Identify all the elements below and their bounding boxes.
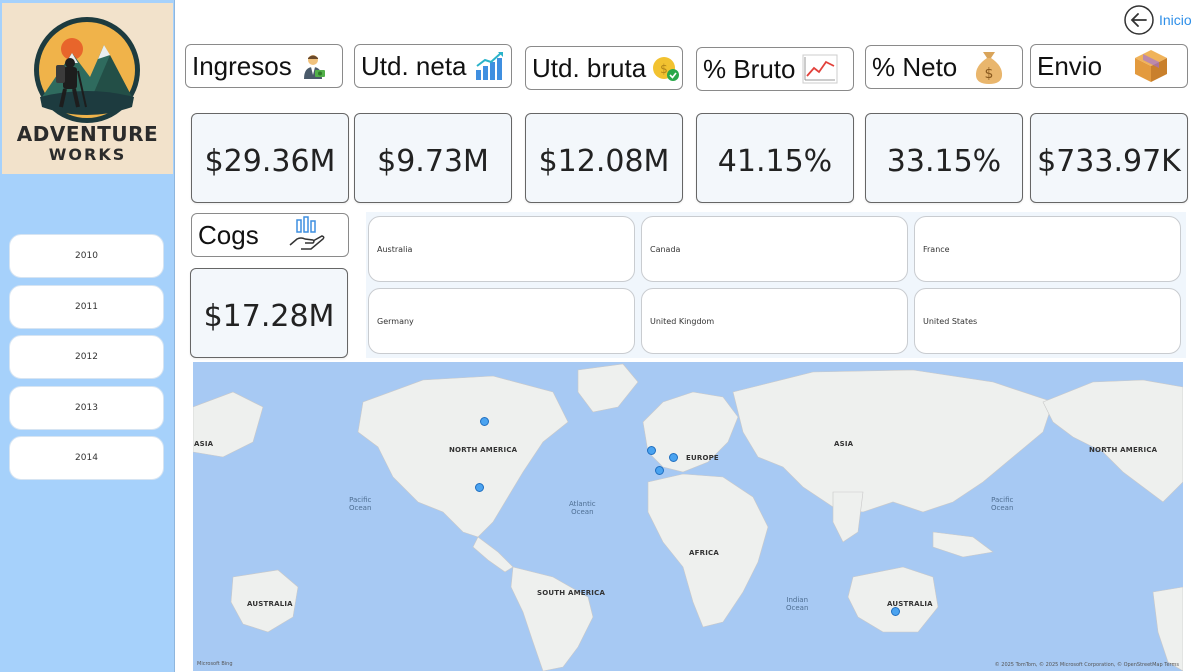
map-provider-logo: Microsoft Bing: [197, 661, 233, 667]
ocean-label-pacific-west: Pacific Ocean: [349, 496, 372, 512]
map-label-north-america-east: NORTH AMERICA: [1089, 446, 1158, 454]
kpi-label: % Bruto: [703, 53, 796, 84]
year-button-2013[interactable]: 2013: [9, 386, 164, 430]
kpi-card-pct-neto: 33.15%: [865, 113, 1023, 203]
kpi-card-utd-neta: $9.73M: [354, 113, 512, 203]
mountain-hiker-icon: [34, 17, 140, 123]
kpi-label: Envio: [1037, 50, 1103, 81]
map-label-europe: EUROPE: [686, 454, 719, 462]
kpi-value: $12.08M: [538, 143, 670, 179]
svg-text:$: $: [985, 66, 994, 82]
year-button-2011[interactable]: 2011: [9, 285, 164, 329]
kpi-value: 33.15%: [886, 143, 1002, 179]
ocean-label-atlantic: Atlantic Ocean: [569, 500, 596, 516]
kpi-card-ingresos: $29.36M: [191, 113, 349, 203]
kpi-label: Cogs: [198, 219, 259, 250]
country-button-united-kingdom[interactable]: United Kingdom: [641, 288, 908, 354]
year-button-2012[interactable]: 2012: [9, 335, 164, 379]
country-button-united-states[interactable]: United States: [914, 288, 1181, 354]
bar-growth-icon: [473, 50, 505, 82]
kpi-header-utd-neta: Utd. neta: [354, 44, 512, 88]
year-button-2014[interactable]: 2014: [9, 436, 164, 480]
kpi-header-pct-bruto: % Bruto: [696, 47, 854, 91]
arrow-left-circle-icon: [1124, 5, 1154, 35]
kpi-header-utd-bruta: Utd. bruta $: [525, 46, 683, 90]
map-point-france[interactable]: [655, 466, 664, 475]
world-map[interactable]: ASIA NORTH AMERICA EUROPE ASIA NORTH AME…: [193, 362, 1183, 671]
back-label: Inicio: [1159, 12, 1192, 28]
map-point-canada[interactable]: [480, 417, 489, 426]
map-point-united-kingdom[interactable]: [647, 446, 656, 455]
kpi-header-pct-neto: % Neto $: [865, 45, 1023, 89]
ocean-label-pacific-east: Pacific Ocean: [991, 496, 1014, 512]
map-point-united-states[interactable]: [475, 483, 484, 492]
map-label-asia: ASIA: [834, 440, 854, 448]
adventure-works-logo: ADVENTURE WORKS: [2, 3, 173, 174]
country-button-canada[interactable]: Canada: [641, 216, 908, 282]
sidebar: ADVENTURE WORKS 2010 2011 2012 2013 2014: [0, 0, 175, 672]
kpi-card-utd-bruta: $12.08M: [525, 113, 683, 203]
map-label-north-america: NORTH AMERICA: [449, 446, 518, 454]
country-button-australia[interactable]: Australia: [368, 216, 635, 282]
country-button-france[interactable]: France: [914, 216, 1181, 282]
kpi-header-envio: Envio: [1030, 44, 1188, 88]
map-point-australia[interactable]: [891, 607, 900, 616]
kpi-value: $733.97K: [1037, 143, 1181, 179]
year-button-2010[interactable]: 2010: [9, 234, 164, 278]
map-point-germany[interactable]: [669, 453, 678, 462]
kpi-value: $17.28M: [203, 298, 335, 334]
kpi-card-cogs: $17.28M: [190, 268, 348, 358]
package-box-icon: [1132, 47, 1170, 85]
kpi-value: 41.15%: [717, 143, 833, 179]
kpi-card-pct-bruto: 41.15%: [696, 113, 854, 203]
back-button[interactable]: Inicio: [1123, 4, 1192, 36]
kpi-header-cogs: Cogs: [191, 213, 349, 257]
businessman-money-icon: [298, 51, 328, 81]
line-chart-icon: [802, 54, 838, 84]
kpi-label: % Neto: [872, 51, 958, 82]
kpi-card-envio: $733.97K: [1030, 113, 1188, 203]
kpi-header-ingresos: Ingresos: [185, 44, 343, 88]
map-land: [193, 363, 1183, 671]
map-label-asia-west: ASIA: [194, 440, 214, 448]
kpi-value: $29.36M: [204, 143, 336, 179]
kpi-label: Utd. neta: [361, 50, 467, 81]
country-slicer: Australia Canada France Germany United K…: [366, 212, 1186, 358]
ocean-label-indian: Indian Ocean: [786, 596, 809, 612]
map-label-australia-west: AUSTRALIA: [247, 600, 293, 608]
kpi-value: $9.73M: [377, 143, 489, 179]
map-attribution[interactable]: © 2025 TomTom, © 2025 Microsoft Corporat…: [995, 662, 1179, 668]
logo-subtitle: WORKS: [48, 145, 127, 164]
kpi-label: Ingresos: [192, 50, 292, 81]
hand-chart-icon: [287, 215, 327, 255]
country-button-germany[interactable]: Germany: [368, 288, 635, 354]
logo-title: ADVENTURE: [16, 122, 159, 146]
map-label-africa: AFRICA: [689, 549, 719, 557]
svg-text:$: $: [660, 62, 668, 76]
map-label-south-america: SOUTH AMERICA: [537, 589, 606, 597]
coin-check-icon: $: [652, 54, 680, 82]
money-bag-icon: $: [971, 48, 1007, 86]
kpi-label: Utd. bruta: [532, 52, 647, 83]
